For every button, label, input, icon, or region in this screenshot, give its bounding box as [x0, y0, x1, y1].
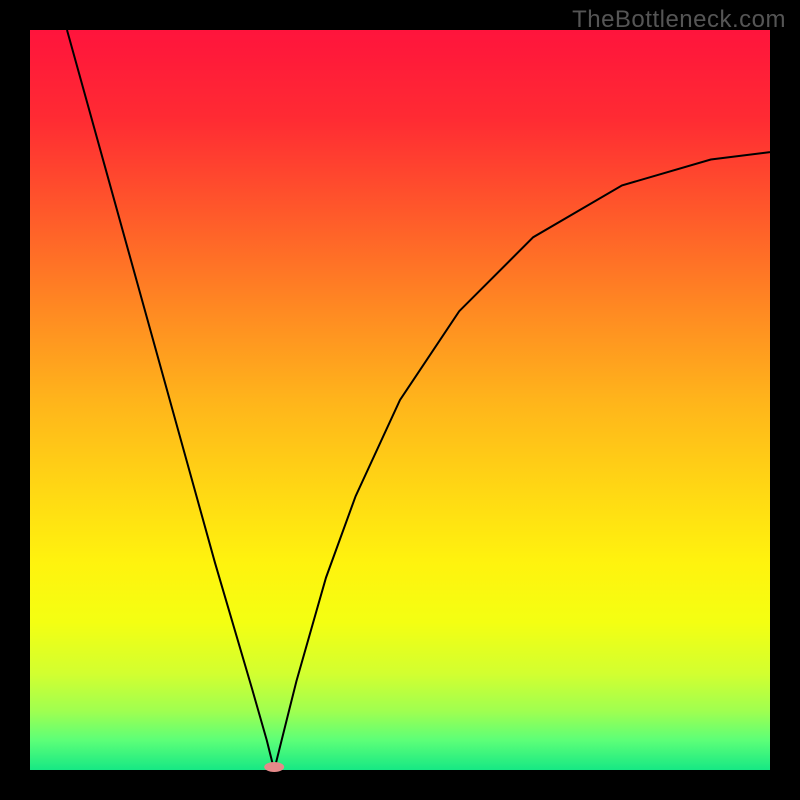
chart-frame: TheBottleneck.com	[0, 0, 800, 800]
watermark-text: TheBottleneck.com	[572, 6, 786, 34]
minimum-marker	[264, 762, 284, 772]
bottleneck-chart	[0, 0, 800, 800]
